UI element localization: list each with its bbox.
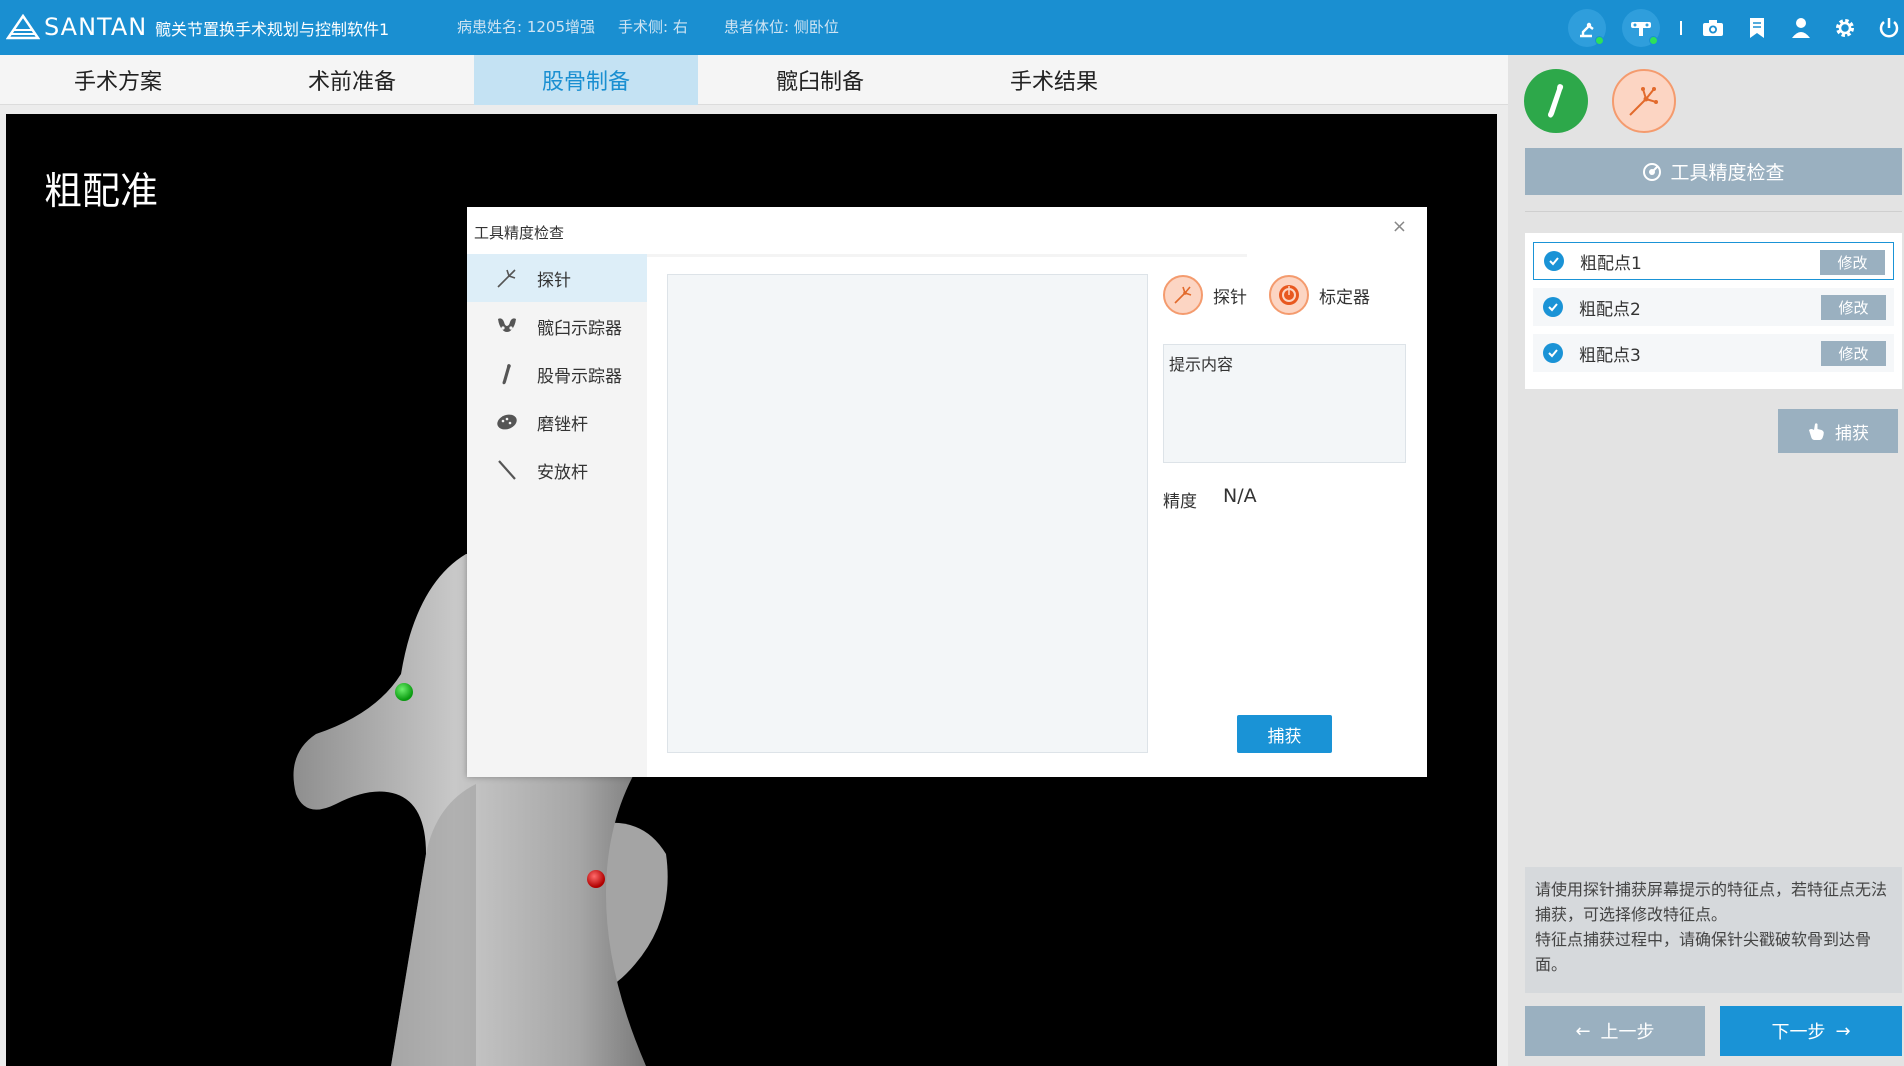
status-dot: [1649, 35, 1658, 45]
registration-point-item[interactable]: 粗配点2 修改: [1533, 288, 1894, 326]
tool-option-label: 标定器: [1319, 287, 1370, 308]
top-bar: SANTAN 髋关节置换手术规划与控制软件1 病患姓名: 1205增强 手术侧:…: [0, 0, 1904, 55]
hand-icon: [1809, 423, 1824, 440]
tab-acetabulum-prep[interactable]: 髋臼制备: [708, 55, 932, 105]
point-label: 粗配点2: [1579, 299, 1641, 320]
check-icon: [1544, 251, 1564, 271]
patient-name: 病患姓名: 1205增强: [457, 18, 595, 36]
button-label: 上一步: [1600, 1022, 1655, 1043]
button-label: 捕获: [1835, 423, 1869, 444]
menu-item-reamer[interactable]: 磨锉杆: [467, 398, 647, 446]
tab-femur-prep[interactable]: 股骨制备: [474, 55, 698, 105]
menu-item-label: 髋臼示踪器: [537, 318, 622, 339]
logo: SANTAN: [6, 12, 147, 42]
bookmark-icon[interactable]: [1746, 17, 1768, 39]
arrow-left-icon: ←: [1575, 1020, 1591, 1042]
reamer-icon: [497, 414, 517, 430]
red-landmark: [587, 870, 605, 888]
tool-option-probe[interactable]: 探针: [1163, 275, 1247, 315]
menu-item-femur-tracker[interactable]: 股骨示踪器: [467, 350, 647, 398]
dialog-title: 工具精度检查: [474, 224, 565, 242]
arrow-right-icon: →: [1835, 1020, 1851, 1042]
menu-item-label: 安放杆: [537, 462, 588, 483]
tool-option-label: 探针: [1213, 287, 1247, 308]
tab-surgery-plan[interactable]: 手术方案: [6, 55, 230, 105]
registration-point-item[interactable]: 粗配点3 修改: [1533, 334, 1894, 372]
check-icon: [1543, 297, 1563, 317]
probe-icon: [1163, 275, 1203, 315]
right-panel: 工具精度检查 粗配点1 修改 粗配点2 修改 粗配点3 修改 捕获 请使用探针捕…: [1508, 55, 1904, 1066]
logo-triangle-icon: [6, 14, 40, 40]
tab-surgery-result[interactable]: 手术结果: [942, 55, 1166, 105]
menu-item-label: 探针: [537, 270, 571, 291]
femur-icon: [502, 364, 511, 385]
app-title: 髋关节置换手术规划与控制软件1: [155, 20, 390, 39]
settings-icon[interactable]: [1834, 17, 1856, 39]
tool-preview-area: [667, 274, 1148, 753]
divider: [1525, 211, 1902, 212]
green-landmark: [395, 683, 413, 701]
menu-item-acetabulum-tracker[interactable]: 髋臼示踪器: [467, 302, 647, 350]
probe-tool-icon[interactable]: [1612, 69, 1676, 133]
pelvis-icon: [498, 318, 516, 332]
target-icon: [1643, 162, 1662, 181]
logo-text: SANTAN: [44, 13, 148, 41]
menu-item-label: 股骨示踪器: [537, 366, 622, 387]
close-icon[interactable]: ×: [1392, 216, 1407, 237]
hint-box: 提示内容: [1163, 344, 1406, 463]
patient-position: 患者体位: 侧卧位: [724, 18, 839, 36]
check-icon: [1543, 343, 1563, 363]
tool-precision-check-button[interactable]: 工具精度检查: [1525, 148, 1902, 195]
robot-arm-status-icon[interactable]: [1568, 8, 1606, 47]
point-label: 粗配点1: [1580, 253, 1642, 274]
menu-item-probe[interactable]: 探针: [467, 254, 647, 302]
separator: [1680, 20, 1682, 35]
main-tabs: 手术方案 术前准备 股骨制备 髋臼制备 手术结果: [0, 55, 1508, 105]
precision-value: N/A: [1223, 485, 1257, 507]
next-step-button[interactable]: 下一步 →: [1720, 1006, 1902, 1056]
tab-preop-prep[interactable]: 术前准备: [240, 55, 464, 105]
power-icon[interactable]: [1878, 17, 1900, 39]
view-title: 粗配准: [44, 169, 159, 213]
menu-item-impactor[interactable]: 安放杆: [467, 446, 647, 494]
menu-item-label: 磨锉杆: [537, 414, 588, 435]
edit-button[interactable]: 修改: [1821, 295, 1886, 320]
button-label: 工具精度检查: [1670, 162, 1785, 184]
probe-icon: [497, 269, 516, 288]
prev-step-button[interactable]: ← 上一步: [1525, 1006, 1705, 1056]
tool-option-calibrator[interactable]: 标定器: [1269, 275, 1370, 315]
femur-tool-icon[interactable]: [1524, 69, 1588, 133]
instruction-note: 请使用探针捕获屏幕提示的特征点，若特征点无法捕获，可选择修改特征点。 特征点捕获…: [1525, 867, 1902, 993]
camera-tracker-status-icon[interactable]: [1622, 8, 1660, 47]
edit-button[interactable]: 修改: [1821, 341, 1886, 366]
surgery-side: 手术侧: 右: [618, 18, 688, 36]
calibrator-icon: [1269, 275, 1309, 315]
button-label: 下一步: [1771, 1022, 1826, 1043]
point-label: 粗配点3: [1579, 345, 1641, 366]
status-dot: [1595, 35, 1604, 45]
divider: [647, 254, 1247, 257]
tool-precision-dialog: 工具精度检查 × 探针 髋臼示踪器 股骨示踪器 磨锉杆 安放杆 探针 标定器 提…: [467, 207, 1427, 777]
user-icon[interactable]: [1790, 17, 1812, 39]
edit-button[interactable]: 修改: [1820, 250, 1885, 275]
registration-point-list: 粗配点1 修改 粗配点2 修改 粗配点3 修改: [1525, 233, 1902, 389]
precision-label: 精度: [1163, 492, 1197, 512]
capture-button[interactable]: 捕获: [1778, 409, 1898, 453]
impactor-icon: [498, 460, 516, 480]
top-icons: [1568, 0, 1904, 55]
registration-point-item[interactable]: 粗配点1 修改: [1533, 242, 1894, 280]
camera-icon[interactable]: [1702, 17, 1724, 39]
tool-menu: 探针 髋臼示踪器 股骨示踪器 磨锉杆 安放杆: [467, 254, 647, 777]
dialog-capture-button[interactable]: 捕获: [1237, 715, 1332, 753]
